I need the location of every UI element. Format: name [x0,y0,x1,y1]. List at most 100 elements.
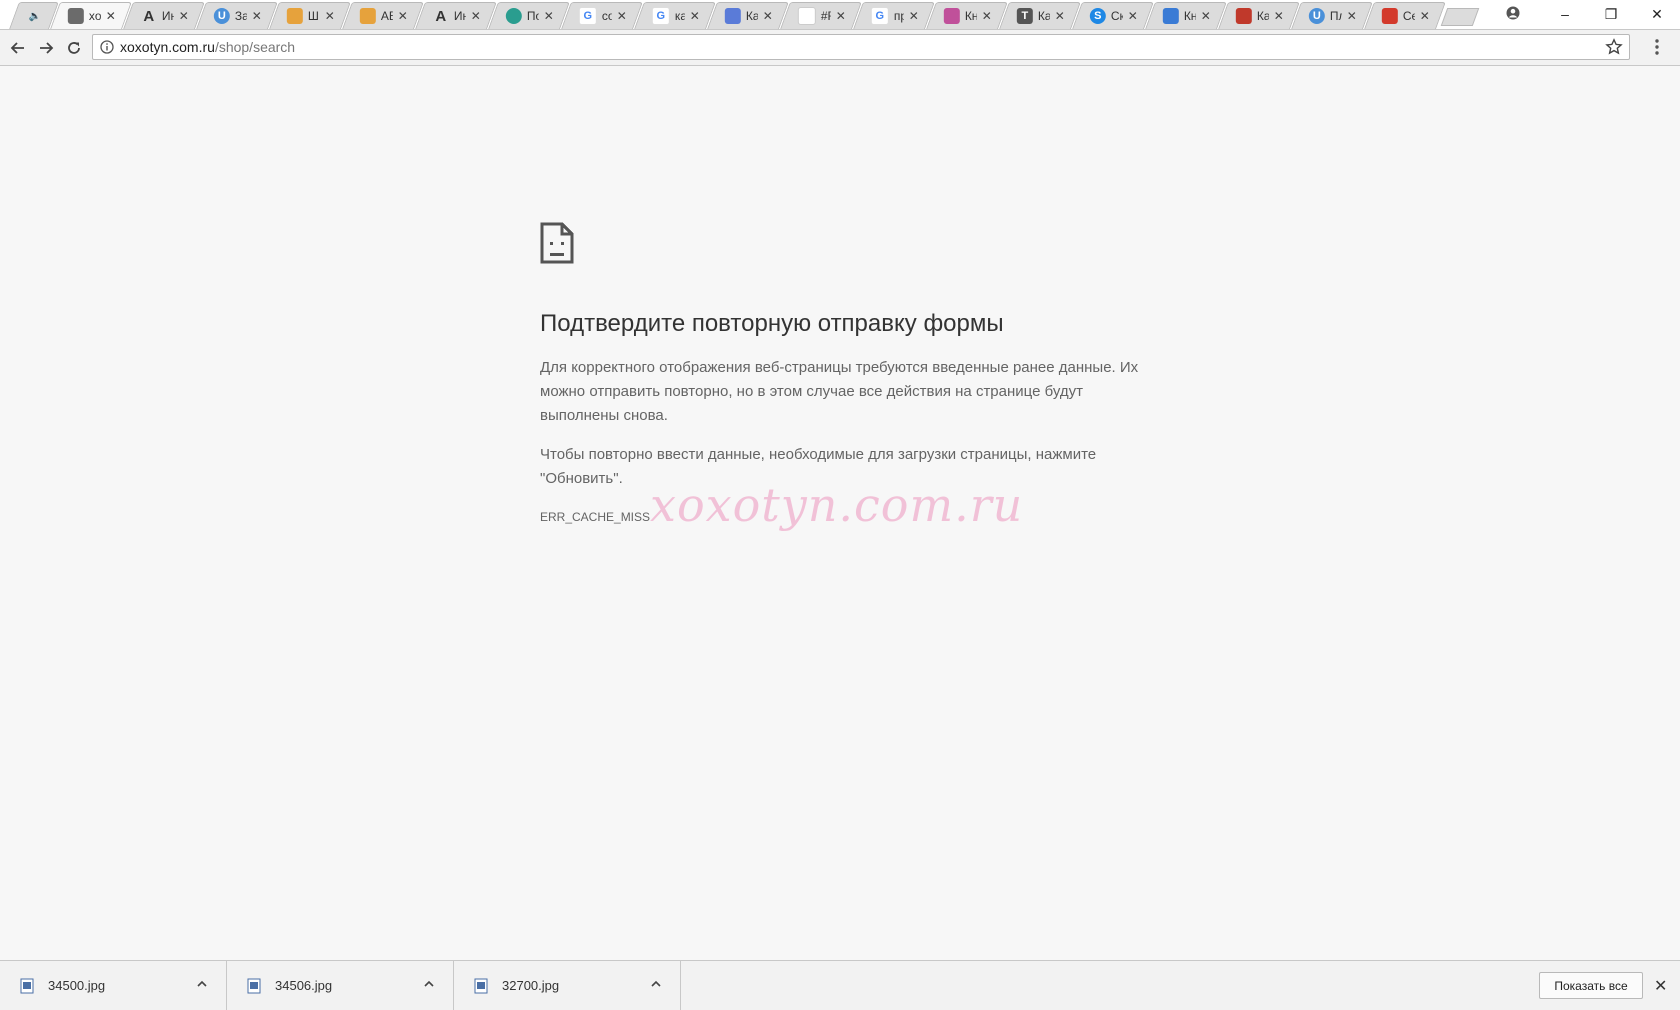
tab-content: Кн ✕ [932,3,1002,29]
browser-toolbar: xoxotyn.com.ru/shop/search [0,30,1680,66]
tab-content: A Ин ✕ [421,3,491,29]
tab[interactable]: Gка ✕ [634,2,716,29]
tab[interactable]: Gпр ✕ [853,2,935,29]
tab[interactable]: Кн ✕ [926,2,1008,29]
image-file-icon [247,978,261,993]
error-description: Для корректного отображения веб-страницы… [540,359,1139,424]
download-shelf: 34500.jpg 34506.jpg 32700.jpg Показать в… [0,960,1680,1010]
tab-title: ка [674,9,685,23]
tab-close-icon[interactable]: ✕ [1274,9,1284,23]
favicon-icon: U [1308,8,1325,24]
close-shelf-icon[interactable]: ✕ [1654,976,1667,996]
tab-content: По ✕ [494,3,564,29]
tab-close-icon[interactable]: ✕ [1055,9,1065,23]
tab-close-icon[interactable]: ✕ [763,9,773,23]
download-item[interactable]: 32700.jpg [454,961,681,1010]
tab[interactable]: xo ✕ [50,2,132,29]
favicon-icon: U [213,8,230,24]
show-all-downloads-button[interactable]: Показать все [1539,972,1643,999]
profile-icon[interactable] [1506,6,1520,20]
forward-button[interactable] [36,38,56,58]
favicon-icon [797,7,816,25]
address-bar[interactable]: xoxotyn.com.ru/shop/search [92,34,1630,60]
tab[interactable]: U За ✕ [196,2,278,29]
tab-close-icon[interactable]: ✕ [690,9,700,23]
url-host: xoxotyn.com.ru [120,39,215,55]
tab-close-icon[interactable]: ✕ [544,9,554,23]
favicon-icon [1235,8,1252,24]
tab[interactable]: A Ин ✕ [415,2,497,29]
tab-title: Ка [1037,9,1050,23]
tab-close-icon[interactable]: ✕ [1347,9,1357,23]
reload-button[interactable] [64,38,84,58]
favicon-icon: T [1016,8,1033,24]
favicon-icon [359,8,376,24]
tab[interactable]: АБ ✕ [342,2,424,29]
tab-title: Ка [745,9,758,23]
restore-icon[interactable]: ❐ [1588,6,1634,23]
tab-content: xo ✕ [56,3,126,29]
url-path: /shop/search [214,39,296,55]
tab-close-icon[interactable]: ✕ [1128,9,1138,23]
tab-close-icon[interactable]: ✕ [909,9,919,23]
tab-close-icon[interactable]: ✕ [982,9,992,23]
tab-close-icon[interactable]: ✕ [836,9,846,23]
tab-content: U Пл ✕ [1297,3,1367,29]
tab-title: Ин [453,9,466,23]
tab[interactable]: #F ✕ [780,2,862,29]
tab[interactable]: A Ин ✕ [123,2,205,29]
tab[interactable]: Ка ✕ [1218,2,1300,29]
tab-title: xo [88,9,101,23]
favicon-icon [724,8,741,24]
favicon-icon: S [1089,8,1106,24]
tab[interactable]: Ка ✕ [707,2,789,29]
favicon-icon [943,8,960,24]
download-item[interactable]: 34500.jpg [0,961,227,1010]
tab[interactable]: Gco ✕ [561,2,643,29]
tab-close-icon[interactable]: ✕ [325,9,335,23]
tab[interactable]: Се ✕ [1364,2,1446,29]
chevron-up-icon[interactable] [196,978,208,990]
tab-title: АБ [380,9,393,23]
tab-title: co [601,9,612,23]
tab[interactable]: Кн ✕ [1145,2,1227,29]
tab-close-icon[interactable]: ✕ [252,9,262,23]
tab-content: S Ск ✕ [1078,3,1148,29]
tab-content: Gпр ✕ [859,3,929,29]
error-title: Подтвердите повторную отправку формы [540,310,1004,337]
tab-close-icon[interactable]: ✕ [106,9,116,23]
tab-content: Се ✕ [1370,3,1440,29]
window-controls: – ❐ ✕ [1542,0,1680,28]
tab-close-icon[interactable]: ✕ [471,9,481,23]
tab-content: #F ✕ [786,3,856,29]
tab[interactable]: U Пл ✕ [1291,2,1373,29]
tab-content: АБ ✕ [348,3,418,29]
tab-title: Пл [1329,9,1342,23]
favicon-icon: G [578,7,597,25]
tab-close-icon[interactable]: ✕ [617,9,627,23]
new-tab-button[interactable] [1440,8,1480,26]
info-icon[interactable] [100,40,114,54]
close-window-icon[interactable]: ✕ [1634,6,1680,23]
tab-close-icon[interactable]: ✕ [179,9,189,23]
bookmark-star-icon[interactable] [1605,38,1623,56]
favicon-icon [1162,8,1179,24]
back-button[interactable] [8,38,28,58]
menu-dots-icon[interactable] [1654,38,1660,56]
tab-close-icon[interactable]: ✕ [1201,9,1211,23]
tab[interactable]: Ш ✕ [269,2,351,29]
url-text[interactable]: xoxotyn.com.ru/shop/search [120,39,295,55]
tab[interactable]: S Ск ✕ [1072,2,1154,29]
tab[interactable]: T Ка ✕ [999,2,1081,29]
download-item[interactable]: 34506.jpg [227,961,454,1010]
tab-title: За [234,9,247,23]
tab-content: 🔈 [15,3,53,29]
tab-close-icon[interactable]: ✕ [1420,9,1430,23]
tab-title: Се [1402,9,1415,23]
sad-page-icon [540,222,574,264]
chevron-up-icon[interactable] [650,978,662,990]
tab-close-icon[interactable]: ✕ [398,9,408,23]
tab[interactable]: По ✕ [488,2,570,29]
chevron-up-icon[interactable] [423,978,435,990]
minimize-icon[interactable]: – [1542,6,1588,22]
